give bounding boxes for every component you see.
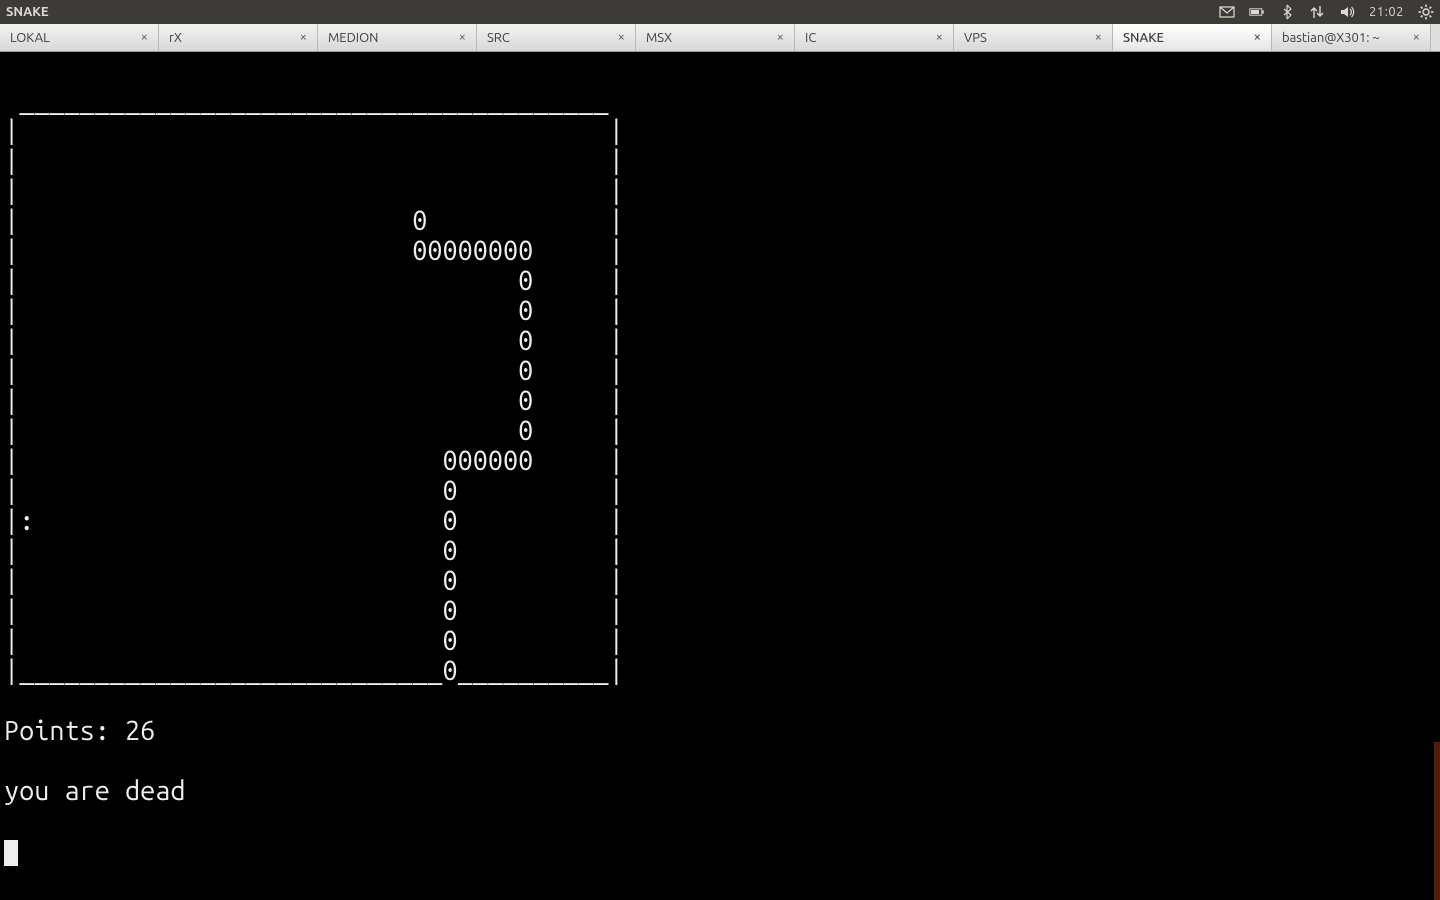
network-updown-icon[interactable] <box>1309 4 1325 20</box>
tab-label: rX <box>169 31 182 45</box>
mail-icon[interactable] <box>1219 4 1235 20</box>
launcher-edge-hint <box>1434 742 1440 900</box>
tab-label: SNAKE <box>1123 31 1164 45</box>
tab-label: MSX <box>646 31 672 45</box>
terminal-tab[interactable]: VPS × <box>954 24 1113 51</box>
gear-icon[interactable] <box>1418 4 1434 20</box>
window-title: SNAKE <box>6 5 49 19</box>
terminal-tab[interactable]: SNAKE × <box>1113 24 1272 51</box>
close-icon[interactable]: × <box>457 31 468 44</box>
close-icon[interactable]: × <box>1252 31 1263 44</box>
tab-label: VPS <box>964 31 987 45</box>
tab-label: LOKAL <box>10 31 50 45</box>
terminal-tab[interactable]: bastian@X301: ~ × <box>1272 24 1431 51</box>
terminal-tab[interactable]: SRC × <box>477 24 636 51</box>
bluetooth-icon[interactable] <box>1279 4 1295 20</box>
points-label: Points: <box>4 716 125 746</box>
dead-message: you are dead <box>4 776 1436 806</box>
sound-icon[interactable] <box>1339 4 1355 20</box>
close-icon[interactable]: × <box>139 31 150 44</box>
tab-label: bastian@X301: ~ <box>1282 31 1380 45</box>
battery-icon[interactable] <box>1249 4 1265 20</box>
terminal-tab[interactable]: LOKAL × <box>0 24 159 51</box>
terminal-tab[interactable]: rX × <box>159 24 318 51</box>
close-icon[interactable]: × <box>1411 31 1422 44</box>
terminal-tab[interactable]: MSX × <box>636 24 795 51</box>
close-icon[interactable]: × <box>1093 31 1104 44</box>
menubar: SNAKE 21:02 <box>0 0 1440 24</box>
tab-label: IC <box>805 31 816 45</box>
close-icon[interactable]: × <box>775 31 786 44</box>
terminal-viewport[interactable]: _______________________________________ … <box>0 52 1440 900</box>
terminal-tabstrip: LOKAL×rX×MEDION×SRC×MSX×IC×VPS×SNAKE×bas… <box>0 24 1440 52</box>
close-icon[interactable]: × <box>616 31 627 44</box>
game-board: _______________________________________ … <box>4 86 1436 686</box>
clock[interactable]: 21:02 <box>1369 5 1404 19</box>
points-line: Points: 26 <box>4 716 1436 746</box>
points-value: 26 <box>125 716 155 746</box>
terminal-cursor <box>4 840 18 866</box>
terminal-tab[interactable]: MEDION × <box>318 24 477 51</box>
tab-label: MEDION <box>328 31 378 45</box>
system-tray: 21:02 <box>1219 4 1434 20</box>
terminal-tab[interactable]: IC × <box>795 24 954 51</box>
close-icon[interactable]: × <box>298 31 309 44</box>
close-icon[interactable]: × <box>934 31 945 44</box>
tab-label: SRC <box>487 31 510 45</box>
